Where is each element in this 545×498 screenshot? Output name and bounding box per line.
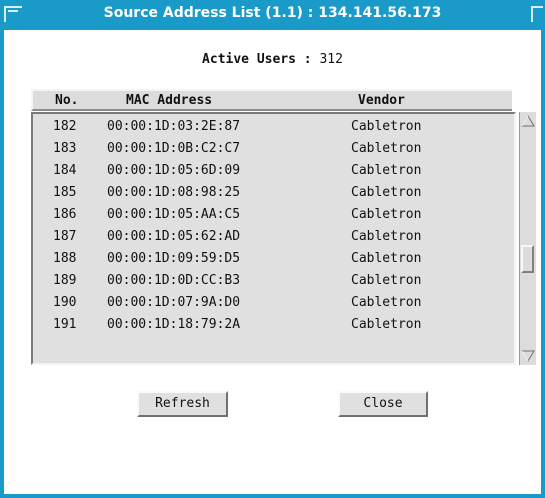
- row-mac-address: 00:00:1D:05:6D:09: [107, 163, 241, 178]
- row-vendor: Cabletron: [351, 229, 422, 244]
- row-mac-address: 00:00:1D:18:79:2A: [107, 317, 241, 332]
- row-vendor: Cabletron: [351, 295, 422, 310]
- row-vendor: Cabletron: [351, 141, 422, 156]
- row-number: 187: [53, 229, 77, 244]
- row-vendor: Cabletron: [351, 273, 422, 288]
- active-users-value: 312: [319, 52, 343, 67]
- row-mac-address: 00:00:1D:05:AA:C5: [107, 207, 241, 222]
- row-mac-address: 00:00:1D:0B:C2:C7: [107, 141, 241, 156]
- dialog-body: Active Users : 312 No. MAC Address Vendo…: [4, 30, 541, 494]
- window-title: Source Address List (1.1) : 134.141.56.1…: [103, 5, 442, 21]
- row-vendor: Cabletron: [351, 251, 422, 266]
- table-row[interactable]: 189 00:00:1D:0D:CC:B3 Cabletron: [33, 270, 513, 292]
- table-row[interactable]: 190 00:00:1D:07:9A:D0 Cabletron: [33, 292, 513, 314]
- table-row[interactable]: 187 00:00:1D:05:62:AD Cabletron: [33, 226, 513, 248]
- table-row[interactable]: 188 00:00:1D:09:59:D5 Cabletron: [33, 248, 513, 270]
- scrollbar-thumb[interactable]: [521, 245, 534, 273]
- row-vendor: Cabletron: [351, 119, 422, 134]
- table-row[interactable]: 186 00:00:1D:05:AA:C5 Cabletron: [33, 204, 513, 226]
- table-header: No. MAC Address Vendor: [31, 89, 512, 111]
- row-number: 185: [53, 185, 77, 200]
- source-address-window: Source Address List (1.1) : 134.141.56.1…: [0, 0, 545, 498]
- active-users-summary: Active Users : 312: [4, 52, 541, 67]
- row-mac-address: 00:00:1D:0D:CC:B3: [107, 273, 241, 288]
- maximize-icon[interactable]: [531, 6, 543, 22]
- scroll-up-arrow-icon[interactable]: [521, 114, 535, 128]
- row-mac-address: 00:00:1D:09:59:D5: [107, 251, 241, 266]
- row-mac-address: 00:00:1D:05:62:AD: [107, 229, 241, 244]
- row-number: 186: [53, 207, 77, 222]
- row-number: 182: [53, 119, 77, 134]
- row-number: 191: [53, 317, 77, 332]
- active-users-label: Active Users :: [202, 52, 312, 67]
- window-menu-icon[interactable]: [4, 6, 22, 22]
- row-mac-address: 00:00:1D:08:98:25: [107, 185, 241, 200]
- row-number: 183: [53, 141, 77, 156]
- row-vendor: Cabletron: [351, 317, 422, 332]
- close-button[interactable]: Close: [338, 391, 428, 417]
- table-row[interactable]: 183 00:00:1D:0B:C2:C7 Cabletron: [33, 138, 513, 160]
- row-mac-address: 00:00:1D:03:2E:87: [107, 119, 241, 134]
- row-number: 189: [53, 273, 77, 288]
- row-number: 188: [53, 251, 77, 266]
- table-row[interactable]: 184 00:00:1D:05:6D:09 Cabletron: [33, 160, 513, 182]
- table-row[interactable]: 182 00:00:1D:03:2E:87 Cabletron: [33, 116, 513, 138]
- row-number: 184: [53, 163, 77, 178]
- table-row[interactable]: 185 00:00:1D:08:98:25 Cabletron: [33, 182, 513, 204]
- column-header-vendor: Vendor: [358, 93, 405, 108]
- column-header-no: No.: [55, 93, 79, 108]
- scroll-down-arrow-icon[interactable]: [521, 349, 535, 363]
- row-number: 190: [53, 295, 77, 310]
- title-bar[interactable]: Source Address List (1.1) : 134.141.56.1…: [0, 0, 545, 30]
- row-vendor: Cabletron: [351, 185, 422, 200]
- refresh-button[interactable]: Refresh: [137, 391, 228, 417]
- vertical-scrollbar[interactable]: [519, 112, 536, 365]
- table-row[interactable]: 191 00:00:1D:18:79:2A Cabletron: [33, 314, 513, 336]
- row-vendor: Cabletron: [351, 163, 422, 178]
- column-header-mac: MAC Address: [126, 93, 213, 108]
- address-list[interactable]: 182 00:00:1D:03:2E:87 Cabletron 183 00:0…: [31, 112, 516, 365]
- row-vendor: Cabletron: [351, 207, 422, 222]
- row-mac-address: 00:00:1D:07:9A:D0: [107, 295, 241, 310]
